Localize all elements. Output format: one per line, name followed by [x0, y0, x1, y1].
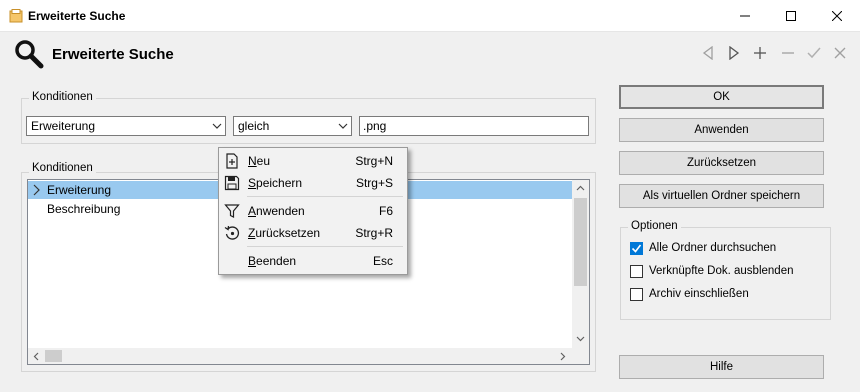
- checkbox[interactable]: [630, 264, 643, 278]
- horizontal-scrollbar[interactable]: [28, 348, 572, 364]
- page-title: Erweiterte Suche: [52, 46, 174, 63]
- horizontal-scroll-thumb[interactable]: [45, 350, 62, 362]
- menu-item-label: Zurücksetzen: [248, 226, 321, 240]
- vertical-scroll-thumb[interactable]: [574, 198, 587, 286]
- scroll-down-icon[interactable]: [576, 334, 585, 343]
- title-bar: Erweiterte Suche: [0, 0, 860, 32]
- new-icon: [226, 153, 238, 169]
- operator-combo-value: gleich: [238, 119, 270, 133]
- menu-item-label: Speichern: [248, 176, 303, 190]
- remove-icon[interactable]: [780, 45, 796, 61]
- checkmark-icon: [631, 244, 642, 253]
- menu-separator: [247, 246, 403, 247]
- menu-item-label: Neu: [248, 154, 271, 168]
- menu-item-label: Beenden: [248, 254, 297, 268]
- app-icon: [9, 9, 23, 23]
- menu-separator: [247, 196, 403, 197]
- option-label: Archiv einschließen: [649, 288, 749, 300]
- previous-icon[interactable]: [700, 45, 716, 61]
- scroll-left-icon[interactable]: [32, 352, 41, 361]
- vertical-scrollbar[interactable]: [572, 180, 589, 348]
- reset-icon: [224, 225, 240, 240]
- options-group-label: Optionen: [628, 220, 681, 232]
- conditions-list-label: Konditionen: [29, 162, 96, 174]
- chevron-down-icon: [338, 123, 348, 129]
- dialog-header: Erweiterte Suche: [0, 33, 860, 77]
- list-item-label: Beschreibung: [47, 202, 121, 216]
- menu-item-shortcut: Esc: [372, 254, 393, 268]
- menu-item-shortcut: Strg+R: [355, 226, 393, 240]
- reset-button[interactable]: Zurücksetzen: [619, 151, 824, 175]
- close-button[interactable]: [814, 0, 860, 32]
- check-icon[interactable]: [806, 45, 822, 61]
- menu-item-shortcut: F6: [378, 204, 393, 218]
- option-search-all-folders[interactable]: Alle Ordner durchsuchen: [630, 240, 776, 256]
- value-input-text: .png: [363, 119, 387, 133]
- menu-item-new[interactable]: Neu Strg+N: [219, 150, 407, 172]
- window-title: Erweiterte Suche: [28, 9, 126, 23]
- help-button[interactable]: Hilfe: [619, 355, 824, 379]
- menu-item-shortcut: Strg+S: [355, 176, 393, 190]
- option-label: Verknüpfte Dok. ausblenden: [649, 265, 794, 277]
- menu-item-label: Anwenden: [248, 204, 305, 218]
- option-hide-linked-docs[interactable]: Verknüpfte Dok. ausblenden: [630, 263, 794, 279]
- apply-button[interactable]: Anwenden: [619, 118, 824, 142]
- chevron-down-icon: [212, 123, 222, 129]
- field-combo[interactable]: Erweiterung: [26, 116, 226, 136]
- cancel-icon[interactable]: [832, 45, 848, 61]
- menu-item-exit[interactable]: Beenden Esc: [219, 250, 407, 272]
- next-icon[interactable]: [726, 45, 742, 61]
- menu-item-reset[interactable]: Zurücksetzen Strg+R: [219, 222, 407, 244]
- conditions-group-label: Konditionen: [29, 91, 96, 103]
- value-input[interactable]: .png: [359, 116, 589, 136]
- row-pointer-icon: [33, 184, 40, 196]
- minimize-button[interactable]: [722, 0, 768, 32]
- option-include-archive[interactable]: Archiv einschließen: [630, 286, 749, 302]
- add-icon[interactable]: [752, 45, 768, 61]
- checkbox[interactable]: [630, 287, 643, 301]
- search-icon: [15, 40, 44, 69]
- scroll-right-icon[interactable]: [558, 352, 567, 361]
- maximize-icon: [786, 11, 796, 21]
- menu-item-shortcut: Strg+N: [355, 154, 393, 168]
- menu-item-apply[interactable]: Anwenden F6: [219, 200, 407, 222]
- minimize-icon: [740, 15, 750, 17]
- close-icon: [832, 11, 842, 21]
- save-icon: [224, 175, 240, 191]
- checkbox-checked[interactable]: [630, 241, 643, 255]
- field-combo-value: Erweiterung: [31, 119, 96, 133]
- operator-combo[interactable]: gleich: [233, 116, 352, 136]
- scroll-up-icon[interactable]: [576, 184, 585, 193]
- list-item-label: Erweiterung: [47, 183, 112, 197]
- ok-button[interactable]: OK: [619, 85, 824, 109]
- maximize-button[interactable]: [768, 0, 814, 32]
- save-virtual-folder-button[interactable]: Als virtuellen Ordner speichern: [619, 184, 824, 208]
- scroll-corner: [572, 348, 589, 364]
- menu-item-save[interactable]: Speichern Strg+S: [219, 172, 407, 194]
- context-menu: Neu Strg+N Speichern Strg+S Anwenden F6 …: [218, 147, 408, 275]
- option-label: Alle Ordner durchsuchen: [649, 242, 777, 254]
- filter-icon: [224, 204, 240, 218]
